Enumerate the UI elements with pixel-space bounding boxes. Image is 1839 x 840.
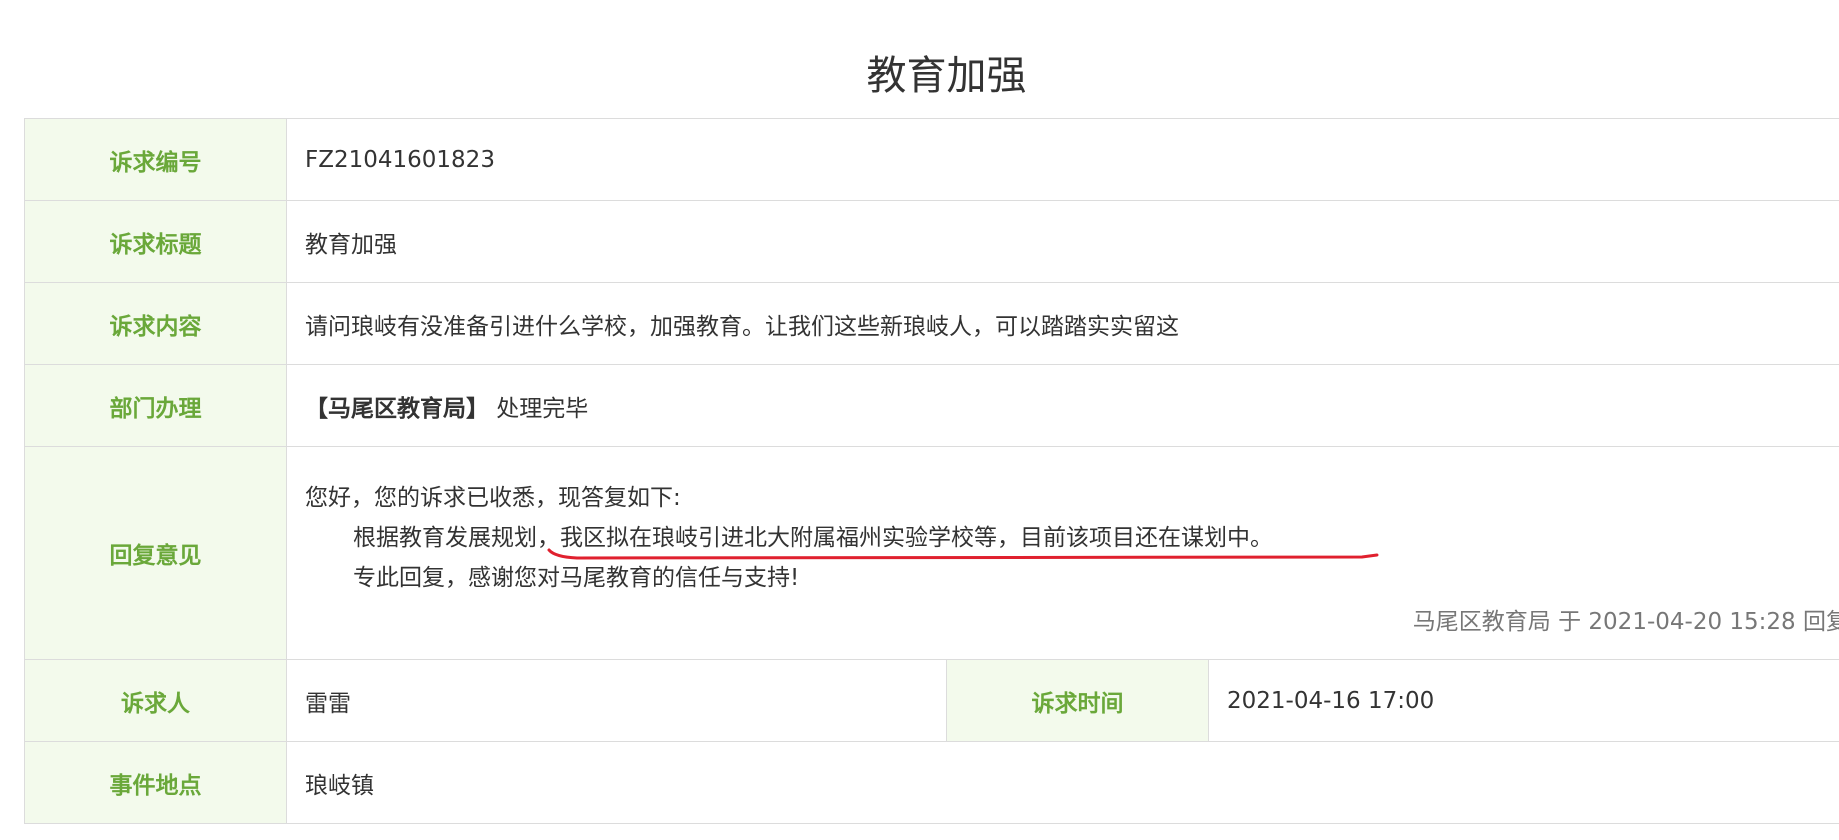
page-title: 教育加强 [866,53,1027,99]
value-reply: 您好，您的诉求已收悉，现答复如下: 根据教育发展规划，我区拟在琅岐引进北大附属福… [286,446,1839,660]
value-appeal-number: FZ21041601823 [286,118,1839,201]
value-department: 【马尾区教育局】 处理完毕 [286,364,1839,447]
value-requester: 雷雷 [286,659,947,742]
row-content: 诉求内容 请问琅岐有没准备引进什么学校，加强教育。让我们这些新琅岐人，可以踏踏实… [24,282,1839,365]
reply-greeting: 您好，您的诉求已收悉，现答复如下: [305,485,681,511]
value-appeal-content: 请问琅岐有没准备引进什么学校，加强教育。让我们这些新琅岐人，可以踏踏实实留这 [286,282,1839,365]
label-appeal-time: 诉求时间 [946,659,1209,742]
row-department: 部门办理 【马尾区教育局】 处理完毕 [24,364,1839,447]
department-status: 处理完毕 [489,395,589,422]
label-requester: 诉求人 [24,659,287,742]
label-appeal-content: 诉求内容 [24,282,287,365]
label-location: 事件地点 [24,741,287,824]
department-name: 【马尾区教育局】 [305,395,489,422]
label-appeal-number: 诉求编号 [24,118,287,201]
row-reply: 回复意见 您好，您的诉求已收悉，现答复如下: 根据教育发展规划，我区拟在琅岐引进… [24,446,1839,660]
reply-line-1-highlight: 我区拟在琅岐引进北大附属福州实验学校等，目前该项目还在谋划中。 [560,525,1273,551]
reply-meta: 马尾区教育局 于 2021-04-20 15:28 回复 [1412,609,1839,635]
reply-line-1-prefix: 根据教育发展规划， [353,525,560,551]
row-location: 事件地点 琅岐镇 [24,741,1839,824]
label-appeal-title: 诉求标题 [24,200,287,283]
value-appeal-title: 教育加强 [286,200,1839,283]
value-appeal-time: 2021-04-16 17:00 [1208,659,1839,742]
row-number: 诉求编号 FZ21041601823 [24,118,1839,201]
reply-line-2: 专此回复，感谢您对马尾教育的信任与支持! [353,565,800,591]
value-location: 琅岐镇 [286,741,1839,824]
label-department: 部门办理 [24,364,287,447]
label-reply: 回复意见 [24,446,287,660]
row-title: 诉求标题 教育加强 [24,200,1839,283]
reply-line-1: 根据教育发展规划，我区拟在琅岐引进北大附属福州实验学校等，目前该项目还在谋划中。 [305,518,1839,558]
row-requester: 诉求人 雷雷 诉求时间 2021-04-16 17:00 [24,659,1839,742]
appeal-detail-table: 诉求编号 FZ21041601823 诉求标题 教育加强 诉求内容 请问琅岐有没… [24,118,1839,824]
